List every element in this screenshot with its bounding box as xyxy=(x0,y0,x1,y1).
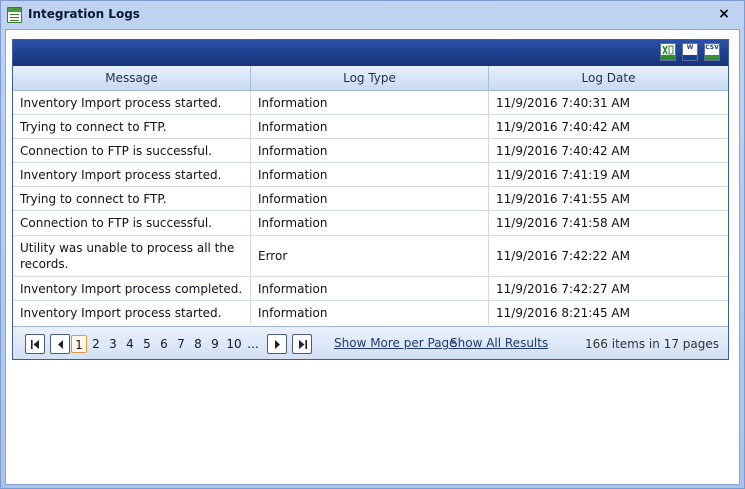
grid-header: Message Log Type Log Date xyxy=(13,66,728,91)
table-row[interactable]: Trying to connect to FTP. Information 11… xyxy=(13,187,728,211)
log-type-cell: Information xyxy=(251,187,489,210)
table-row[interactable]: Inventory Import process started. Inform… xyxy=(13,163,728,187)
log-type-cell: Information xyxy=(251,163,489,186)
log-date-cell: 11/9/2016 7:41:58 AM xyxy=(496,216,630,230)
log-type-cell: Information xyxy=(251,91,489,114)
message-cell: Trying to connect to FTP. xyxy=(13,115,251,138)
log-date-cell: 11/9/2016 7:41:19 AM xyxy=(496,167,630,182)
grid-toolbar: W CSV xyxy=(13,40,728,66)
pager-item-count: 166 items in 17 pages xyxy=(585,337,719,351)
log-type-cell: Information xyxy=(251,211,489,235)
message-cell: Inventory Import process completed. xyxy=(13,277,251,300)
first-page-icon xyxy=(31,340,39,349)
message-cell: Inventory Import process started. xyxy=(13,301,251,325)
word-export-label: W xyxy=(686,44,694,51)
log-type-cell: Information xyxy=(251,301,489,325)
page-link[interactable]: 3 xyxy=(105,335,121,353)
log-type-cell: Information xyxy=(251,139,489,162)
message-cell: Utility was unable to process all the re… xyxy=(13,236,251,276)
first-page-button[interactable] xyxy=(25,334,45,354)
log-type-cell: Information xyxy=(251,277,489,300)
page-link[interactable]: 9 xyxy=(207,335,223,353)
show-all-results-link[interactable]: Show All Results xyxy=(450,336,548,350)
grid-pager: 1 2 3 4 5 6 7 8 9 10 ... Show More per P… xyxy=(13,326,728,359)
table-row[interactable]: Inventory Import process completed. Info… xyxy=(13,277,728,301)
column-header-log-type[interactable]: Log Type xyxy=(251,66,489,91)
next-page-icon xyxy=(275,340,280,349)
log-date-cell: 11/9/2016 7:42:27 AM xyxy=(496,281,630,296)
column-header-message[interactable]: Message xyxy=(13,66,251,91)
message-cell: Inventory Import process started. xyxy=(13,91,251,114)
page-link[interactable]: 7 xyxy=(173,335,189,353)
page-link[interactable]: 6 xyxy=(156,335,172,353)
table-row[interactable]: Connection to FTP is successful. Informa… xyxy=(13,139,728,163)
page-link[interactable]: 2 xyxy=(88,335,104,353)
last-page-icon xyxy=(299,340,307,349)
integration-logs-window: Integration Logs × W CSV Message Log Typ… xyxy=(0,0,745,489)
log-type-cell: Error xyxy=(251,236,489,276)
next-page-button[interactable] xyxy=(267,334,287,354)
log-list-icon xyxy=(7,7,22,23)
page-link[interactable]: 8 xyxy=(190,335,206,353)
csv-export-label: CSV xyxy=(705,44,719,51)
table-row[interactable]: Inventory Import process started. Inform… xyxy=(13,91,728,115)
message-cell: Trying to connect to FTP. xyxy=(13,187,251,210)
page-link[interactable]: 5 xyxy=(139,335,155,353)
column-header-log-date[interactable]: Log Date xyxy=(489,66,728,91)
csv-export-icon[interactable]: CSV xyxy=(704,43,720,61)
show-more-per-page-link[interactable]: Show More per Page xyxy=(334,336,457,350)
table-row[interactable]: Trying to connect to FTP. Information 11… xyxy=(13,115,728,139)
table-row[interactable]: Connection to FTP is successful. Informa… xyxy=(13,211,728,236)
log-date-cell: 11/9/2016 7:40:31 AM xyxy=(496,95,630,110)
last-page-button[interactable] xyxy=(292,334,312,354)
log-date-cell: 11/9/2016 7:41:55 AM xyxy=(496,191,630,206)
previous-page-button[interactable] xyxy=(50,334,70,354)
log-date-cell: 11/9/2016 8:21:45 AM xyxy=(496,306,630,320)
log-date-cell: 11/9/2016 7:42:22 AM xyxy=(496,249,630,263)
table-row[interactable]: Inventory Import process started. Inform… xyxy=(13,301,728,325)
page-link[interactable]: 10 xyxy=(224,335,244,353)
window-content: W CSV Message Log Type Log Date Inventor… xyxy=(5,29,740,485)
log-type-cell: Information xyxy=(251,115,489,138)
message-cell: Connection to FTP is successful. xyxy=(13,139,251,162)
page-numbers: 1 2 3 4 5 6 7 8 9 10 ... xyxy=(71,335,262,353)
close-icon[interactable]: × xyxy=(716,5,732,23)
log-date-cell: 11/9/2016 7:40:42 AM xyxy=(496,119,630,134)
previous-page-icon xyxy=(58,340,63,349)
table-row[interactable]: Utility was unable to process all the re… xyxy=(13,236,728,277)
page-ellipsis-link[interactable]: ... xyxy=(245,335,261,353)
page-link[interactable]: 4 xyxy=(122,335,138,353)
logs-grid: W CSV Message Log Type Log Date Inventor… xyxy=(12,39,729,360)
title-bar[interactable]: Integration Logs × xyxy=(1,1,744,29)
window-title: Integration Logs xyxy=(28,7,140,21)
word-export-icon[interactable]: W xyxy=(682,43,698,61)
message-cell: Inventory Import process started. xyxy=(13,163,251,186)
log-date-cell: 11/9/2016 7:40:42 AM xyxy=(496,143,630,158)
page-link[interactable]: 1 xyxy=(71,335,87,353)
excel-export-icon[interactable] xyxy=(660,43,676,61)
grid-rows: Inventory Import process started. Inform… xyxy=(13,91,728,325)
message-cell: Connection to FTP is successful. xyxy=(13,211,251,235)
